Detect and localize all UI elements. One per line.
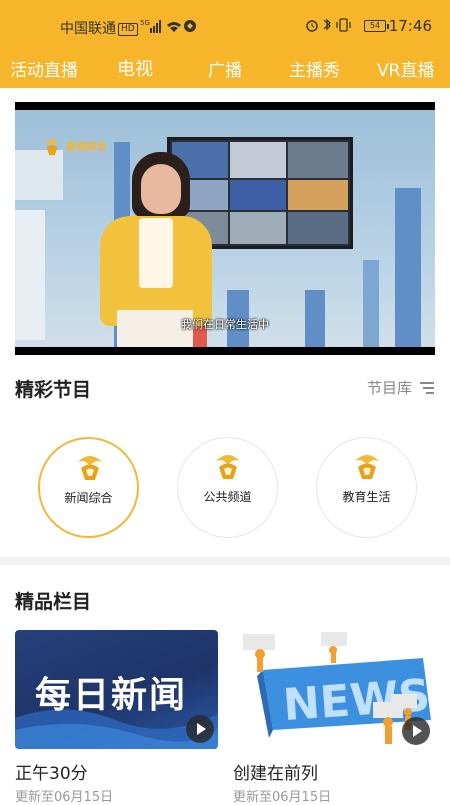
tab-live-events[interactable]: 活动直播 xyxy=(10,56,78,81)
channel-watermark: 新闻综合 xyxy=(41,136,106,158)
channel-logo-icon xyxy=(45,139,59,156)
tab-vr-live[interactable]: VR直播 xyxy=(377,56,434,81)
column-card-title[interactable]: 正午30分 xyxy=(15,759,88,784)
tab-tv[interactable]: 电视 xyxy=(117,55,153,81)
column-card-title[interactable]: 创建在前列 xyxy=(233,759,318,784)
channel-logo-icon xyxy=(78,456,102,480)
column-card-thumbnail[interactable]: 每日新闻 xyxy=(15,630,218,749)
section-divider xyxy=(0,557,450,565)
columns-section-title: 精品栏目 xyxy=(15,591,92,613)
channel-label: 公共频道 xyxy=(203,490,252,504)
system-icons xyxy=(305,17,355,37)
channel-label: 教育生活 xyxy=(342,490,391,504)
featured-section-title: 精彩节目 xyxy=(15,379,92,401)
app-header: 中国联通 HD 5G 54 17:46 活动直播 电视 广播 主播秀 VR直播 xyxy=(0,0,450,88)
list-icon xyxy=(420,382,434,394)
carrier-label: 中国联通 HD xyxy=(60,18,138,38)
channel-education[interactable]: 教育生活 xyxy=(316,437,417,538)
column-card-update: 更新至06月15日 xyxy=(15,790,114,805)
play-icon[interactable] xyxy=(402,717,430,745)
column-card-thumbnail[interactable]: NEWS xyxy=(233,630,436,749)
status-bar: 中国联通 HD 5G 54 17:46 xyxy=(0,0,450,52)
channel-logo-icon xyxy=(216,455,240,479)
channel-public[interactable]: 公共频道 xyxy=(177,437,278,538)
clock: 17:46 xyxy=(388,17,432,35)
signal-icon: 5G xyxy=(140,18,196,37)
column-card-update: 更新至06月15日 xyxy=(233,790,332,805)
tab-radio[interactable]: 广播 xyxy=(208,56,242,81)
tab-anchor-show[interactable]: 主播秀 xyxy=(289,56,340,81)
battery-icon: 54 xyxy=(364,20,389,32)
channel-news[interactable]: 新闻综合 xyxy=(38,437,139,538)
thumbnail-title: 每日新闻 xyxy=(35,675,188,716)
svg-text:5G: 5G xyxy=(140,19,150,27)
video-frame: 新闻综合 我们在日常生活中 xyxy=(15,110,435,347)
channel-label: 新闻综合 xyxy=(64,491,113,505)
play-icon[interactable] xyxy=(186,715,214,743)
video-subtitle: 我们在日常生活中 xyxy=(181,318,269,331)
hd-badge: HD xyxy=(118,23,138,36)
program-library-link[interactable]: 节目库 xyxy=(367,377,434,398)
top-nav: 活动直播 电视 广播 主播秀 VR直播 xyxy=(0,52,450,88)
video-player[interactable]: 新闻综合 我们在日常生活中 xyxy=(15,102,435,355)
channel-logo-icon xyxy=(355,455,379,479)
